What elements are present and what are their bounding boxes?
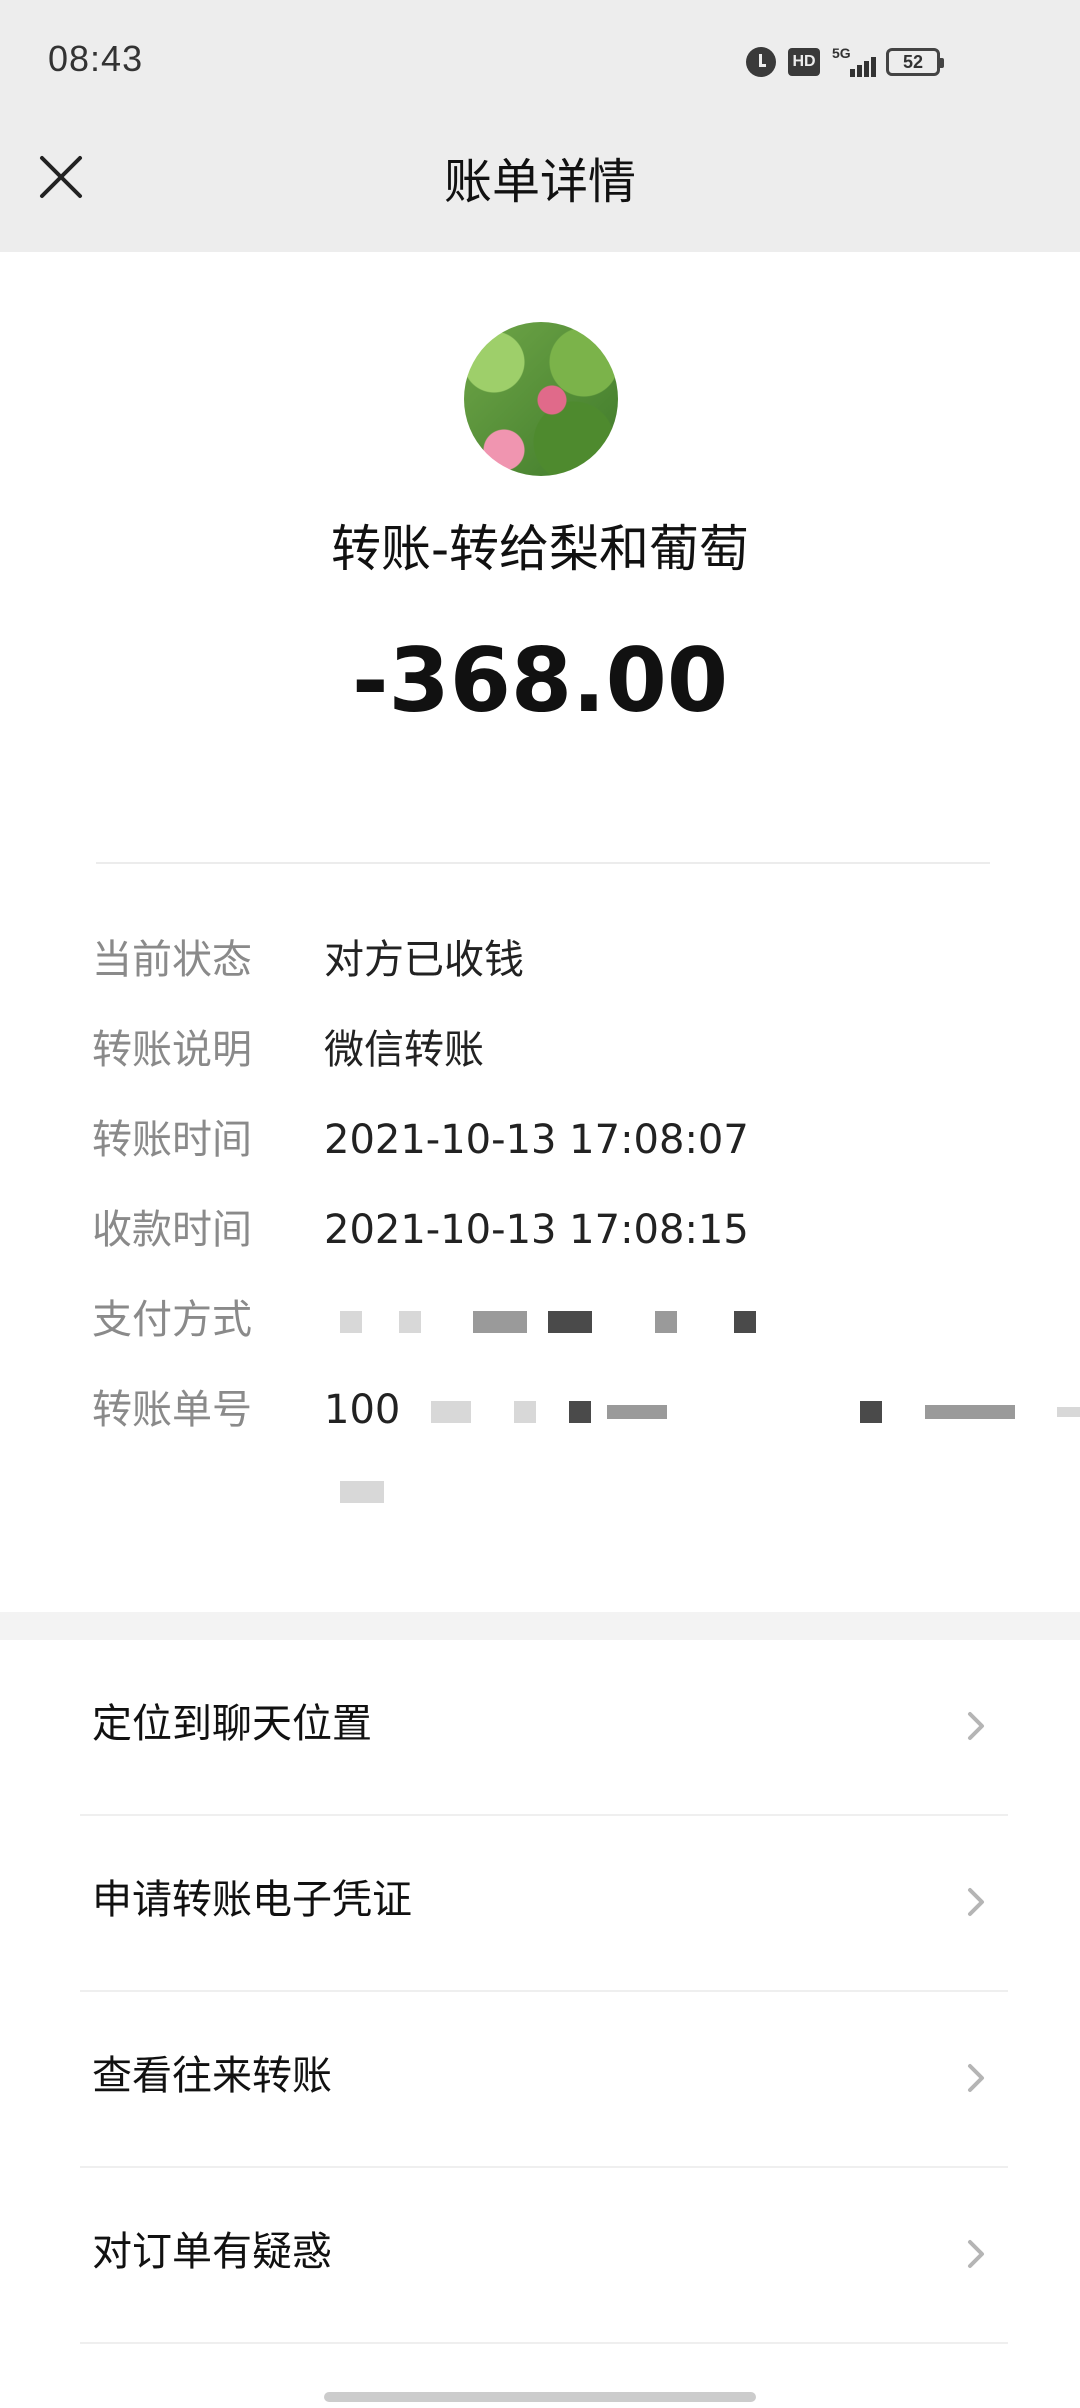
alarm-icon [746, 47, 776, 77]
view-transfer-history-button[interactable]: 查看往来转账 [0, 1992, 1080, 2168]
home-indicator[interactable] [324, 2392, 756, 2402]
action-label: 对订单有疑惑 [92, 2229, 332, 2275]
detail-label: 转账时间 [92, 1117, 252, 1163]
chevron-right-icon [968, 2240, 984, 2268]
hd-icon: HD [788, 48, 820, 76]
detail-label: 收款时间 [92, 1207, 252, 1253]
action-label: 定位到聊天位置 [92, 1701, 372, 1747]
detail-row-note: 转账说明 微信转账 [0, 1020, 1080, 1080]
chevron-right-icon [968, 1888, 984, 1916]
detail-label: 支付方式 [92, 1297, 252, 1343]
transfer-amount: -368.00 [351, 629, 729, 732]
detail-row-payment-method: 支付方式 [0, 1290, 1080, 1350]
redacted-value [324, 1460, 384, 1520]
detail-value: 2021-10-13 17:08:07 [324, 1117, 749, 1163]
signal-icon: 5G [832, 45, 876, 79]
divider [96, 862, 990, 864]
detail-row-receive-time: 收款时间 2021-10-13 17:08:15 [0, 1200, 1080, 1260]
order-number-prefix: 100 [324, 1387, 401, 1433]
detail-row-transfer-time: 转账时间 2021-10-13 17:08:07 [0, 1110, 1080, 1170]
detail-value: 对方已收钱 [324, 937, 524, 983]
battery-icon: 52 [886, 48, 944, 76]
detail-value: 微信转账 [324, 1027, 484, 1073]
order-question-button[interactable]: 对订单有疑惑 [0, 2168, 1080, 2344]
action-label: 查看往来转账 [92, 2053, 332, 2099]
status-icons: HD 5G 52 [746, 42, 944, 82]
detail-value: 100 [324, 1380, 1080, 1440]
divider [80, 2342, 1008, 2344]
chevron-right-icon [968, 1712, 984, 1740]
apply-voucher-button[interactable]: 申请转账电子凭证 [0, 1816, 1080, 1992]
detail-label: 转账说明 [92, 1027, 252, 1073]
page-title: 账单详情 [443, 154, 636, 210]
section-gap [0, 1612, 1080, 1640]
chevron-right-icon [968, 2064, 984, 2092]
top-bar: 08:43 HD 5G 52 账单详情 [0, 0, 1080, 252]
detail-row-status: 当前状态 对方已收钱 [0, 930, 1080, 990]
detail-row-order-number: 转账单号 100 [0, 1380, 1080, 1440]
network-type-label: 5G [832, 45, 851, 61]
locate-chat-button[interactable]: 定位到聊天位置 [0, 1640, 1080, 1816]
detail-row-order-number-cont [0, 1460, 1080, 1520]
action-label: 申请转账电子凭证 [92, 1877, 412, 1923]
detail-label: 当前状态 [92, 937, 252, 983]
detail-value: 2021-10-13 17:08:15 [324, 1207, 749, 1253]
transfer-title: 转账-转给梨和葡萄 [330, 520, 750, 578]
status-time: 08:43 [48, 38, 144, 79]
redacted-value [324, 1290, 756, 1350]
avatar [464, 322, 618, 476]
detail-label: 转账单号 [92, 1387, 252, 1433]
